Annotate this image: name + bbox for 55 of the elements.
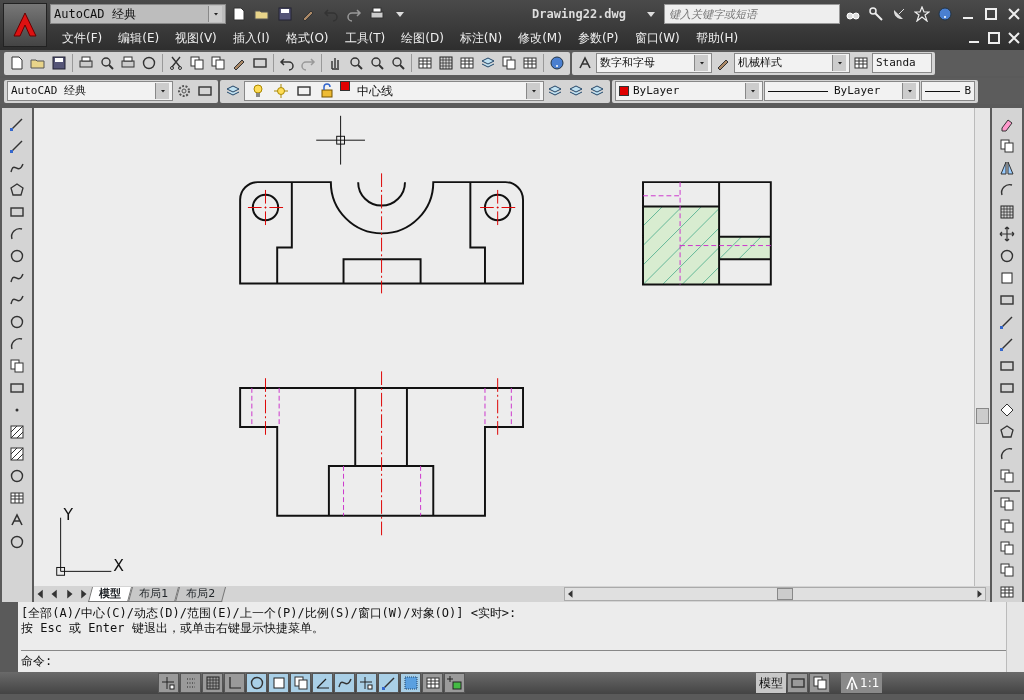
copy-icon[interactable] [187,53,207,73]
scrollbar-thumb[interactable] [777,588,793,600]
application-menu-button[interactable] [3,3,47,47]
annotation-scale-icon [844,675,860,691]
layout-tab[interactable]: 布局1 [128,586,179,602]
save-icon[interactable] [275,4,295,24]
snap-mode-icon[interactable] [158,673,179,693]
sun-icon [271,81,291,101]
move-icon[interactable] [997,224,1017,244]
menu-item[interactable]: 插入(I) [224,29,278,47]
array-icon[interactable] [997,202,1017,222]
menu-item[interactable]: 编辑(E) [110,29,168,47]
app-logo-icon [10,10,40,40]
menu-item[interactable]: 标注(N) [451,29,511,47]
text-style-dropdown[interactable]: 数字和字母 [596,53,712,73]
command-prompt[interactable]: 命令: [21,650,1006,669]
menu-item[interactable]: 绘图(D) [393,29,452,47]
lineweight-dropdown[interactable]: B [921,81,975,101]
hatch-icon[interactable] [7,422,27,442]
search-field[interactable]: 键入关键字或短语 [664,4,840,24]
color-dropdown[interactable]: ByLayer [615,81,763,101]
menu-item[interactable]: 窗口(W) [626,29,688,47]
menu-item[interactable]: 格式(O) [277,29,337,47]
workspace-dropdown[interactable]: AutoCAD 经典 [7,81,173,101]
linetype-dropdown[interactable]: ByLayer [764,81,920,101]
workspace-dropdown[interactable]: AutoCAD 经典 [50,4,226,24]
axis-label: X [113,557,124,576]
layout-tab[interactable]: 布局2 [175,586,226,602]
grid-display-icon[interactable] [202,673,223,693]
horizontal-scrollbar[interactable] [564,587,986,601]
menu-item[interactable]: 视图(V) [167,29,225,47]
menu-item[interactable]: 参数(P) [569,29,627,47]
model-space-button[interactable]: 模型 [756,673,786,693]
transparency-icon[interactable] [400,673,421,693]
menu-item[interactable]: 帮助(H) [687,29,747,47]
selection-cycling-icon[interactable] [444,673,465,693]
table-style-dropdown[interactable]: Standa [872,53,932,73]
grid-dots-icon[interactable] [180,673,201,693]
star-icon[interactable] [912,4,932,24]
command-history-line: [全部(A)/中心(C)/动态(D)/范围(E)/上一个(P)/比例(S)/窗口(W)/对象(O)] <实时>: [21,606,518,621]
layer-dropdown[interactable]: 中心线 [244,81,544,101]
command-scrollbar[interactable] [1006,602,1024,672]
menu-item[interactable]: 文件(F) [54,29,111,47]
menu-item[interactable]: 工具(T) [336,29,394,47]
save-icon[interactable] [49,53,69,73]
layout-tab[interactable]: 模型 [88,586,132,602]
crosshair-cursor [315,115,366,166]
axis-label: Y [63,505,74,524]
object-snap-tracking-icon[interactable] [312,673,333,693]
scrollbar-thumb[interactable] [976,408,989,424]
menu-item[interactable]: 修改(M) [510,29,570,47]
window-title: Drawing22.dwg [532,6,626,23]
vertical-scrollbar[interactable] [974,108,990,586]
command-history-line: 按 Esc 或 Enter 键退出，或单击右键显示快捷菜单。 [21,621,325,636]
dimension-style-dropdown[interactable]: 机械样式 [734,53,850,73]
